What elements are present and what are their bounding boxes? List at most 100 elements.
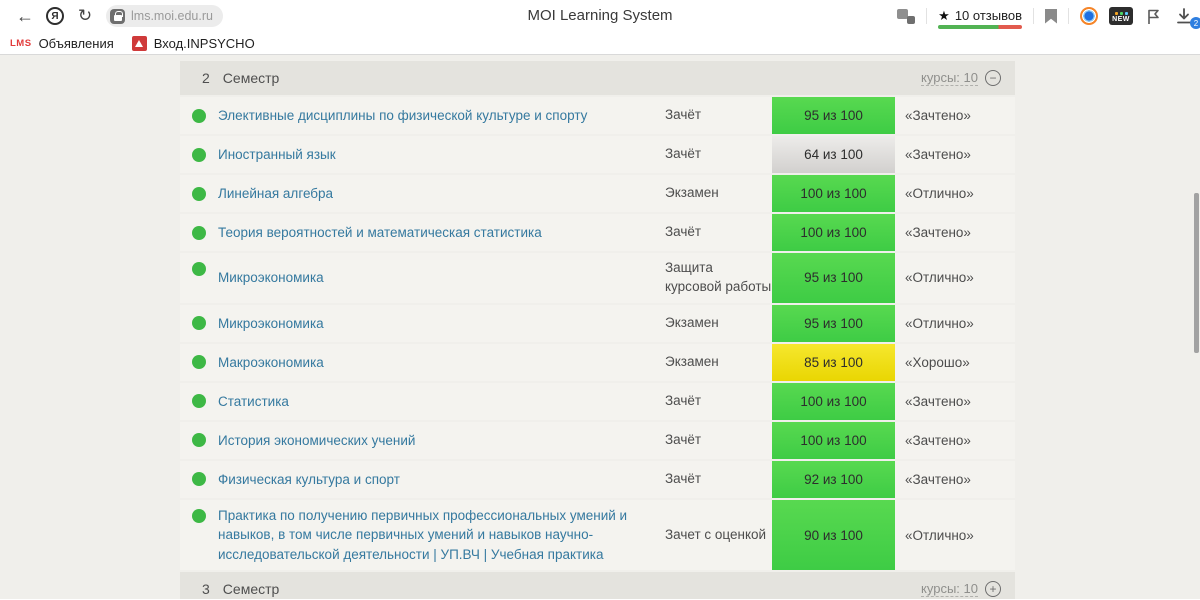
extension-icon[interactable] <box>1080 7 1098 25</box>
collections-icon[interactable] <box>1144 7 1163 26</box>
status-dot-icon <box>192 225 206 240</box>
bookmark-flag-icon[interactable] <box>1045 8 1057 24</box>
back-button[interactable]: ← <box>10 3 40 29</box>
semester-label: Семестр <box>222 581 280 598</box>
course-link[interactable]: Практика по получению первичных професси… <box>218 506 665 565</box>
semester-number: 3 <box>202 581 210 598</box>
course-link[interactable]: Иностранный язык <box>218 145 665 165</box>
inpsycho-favicon <box>131 35 147 51</box>
courses-count-link[interactable]: курсы: 10 <box>921 581 978 598</box>
score-cell: 100 из 100 <box>772 214 895 251</box>
minus-icon: − <box>989 71 997 85</box>
toolbar-right-icons: ★ 10 отзывов NEW 2 <box>897 0 1200 32</box>
collapse-semester-button[interactable]: − <box>985 70 1001 86</box>
new-extension-icon[interactable]: NEW <box>1109 7 1133 25</box>
refresh-icon: ↻ <box>77 6 93 25</box>
status-dot-icon <box>192 508 206 523</box>
course-rows: Элективные дисциплины по физической куль… <box>180 97 1015 571</box>
status-dot-icon <box>192 147 206 162</box>
download-count-badge: 2 <box>1190 17 1200 29</box>
score-cell: 95 из 100 <box>772 253 895 303</box>
grade-text: «Зачтено» <box>905 393 971 409</box>
course-row: Линейная алгебра Экзамен 100 из 100 «Отл… <box>180 175 1015 212</box>
course-link[interactable]: История экономических учений <box>218 431 665 451</box>
yandex-logo-icon: Я <box>46 7 64 25</box>
course-link[interactable]: Микроэкономика <box>218 268 665 288</box>
status-dot-icon <box>192 433 206 448</box>
yandex-home-button[interactable]: Я <box>40 3 70 29</box>
assessment-type: Зачёт <box>665 392 702 408</box>
page-content: 2 Семестр курсы: 10 − Элективные дисципл… <box>0 55 1200 599</box>
score-cell: 100 из 100 <box>772 382 895 420</box>
plus-icon: + <box>989 582 997 597</box>
score-cell: 100 из 100 <box>772 421 895 459</box>
grade-text: «Зачтено» <box>905 225 971 240</box>
course-link[interactable]: Физическая культура и спорт <box>218 470 665 490</box>
gradebook-table: 2 Семестр курсы: 10 − Элективные дисципл… <box>180 61 1015 599</box>
course-row: Элективные дисциплины по физической куль… <box>180 97 1015 134</box>
protect-icon[interactable] <box>897 8 916 24</box>
course-link[interactable]: Элективные дисциплины по физической куль… <box>218 106 665 126</box>
browser-toolbar: ← Я ↻ lms.moi.edu.ru MOI Learning System… <box>0 0 1200 32</box>
course-row: Микроэкономика Защита курсовой работы 95… <box>180 253 1015 303</box>
course-link[interactable]: Линейная алгебра <box>218 184 665 204</box>
expand-semester-button[interactable]: + <box>985 581 1001 598</box>
status-dot-icon <box>192 186 206 201</box>
bookmark-label: Вход.INPSYCHO <box>153 35 255 51</box>
page-title: MOI Learning System <box>527 7 673 24</box>
star-icon: ★ <box>938 7 950 23</box>
lock-icon[interactable] <box>110 8 125 24</box>
semester-3-header: 3 Семестр курсы: 10 + <box>180 572 1015 599</box>
new-icon-dots <box>1114 12 1128 15</box>
course-row: Теория вероятностей и математическая ста… <box>180 214 1015 251</box>
score-cell: 95 из 100 <box>772 97 895 134</box>
course-link[interactable]: Статистика <box>218 392 665 412</box>
back-icon: ← <box>16 5 34 26</box>
refresh-button[interactable]: ↻ <box>70 3 100 29</box>
assessment-type: Защита курсовой работы <box>665 260 772 294</box>
grade-text: «Зачтено» <box>905 147 971 162</box>
course-row: Физическая культура и спорт Зачёт 92 из … <box>180 460 1015 498</box>
status-dot-icon <box>192 355 206 370</box>
course-link[interactable]: Теория вероятностей и математическая ста… <box>218 223 665 243</box>
grade-text: «Зачтено» <box>905 432 971 448</box>
course-row: Микроэкономика Экзамен 95 из 100 «Отличн… <box>180 304 1015 342</box>
bookmark-inpsycho-login[interactable]: Вход.INPSYCHO <box>131 35 255 51</box>
course-row: Практика по получению первичных професси… <box>180 499 1015 571</box>
score-cell: 95 из 100 <box>772 304 895 342</box>
status-dot-icon <box>192 262 206 276</box>
rating-bar <box>938 24 1022 29</box>
course-link[interactable]: Микроэкономика <box>218 314 665 334</box>
download-button[interactable]: 2 <box>1174 6 1200 29</box>
grade-text: «Отлично» <box>905 270 974 286</box>
grade-text: «Отлично» <box>905 186 974 201</box>
course-link[interactable]: Макроэкономика <box>218 353 665 373</box>
status-dot-icon <box>192 472 206 487</box>
url-text: lms.moi.edu.ru <box>131 9 213 23</box>
rating-count: 10 отзывов <box>954 7 1022 23</box>
course-row: История экономических учений Зачёт 100 и… <box>180 421 1015 459</box>
score-cell: 64 из 100 <box>772 136 895 173</box>
new-badge-text: NEW <box>1112 16 1130 23</box>
address-bar[interactable]: lms.moi.edu.ru <box>106 5 223 27</box>
divider <box>926 8 928 24</box>
courses-count-link[interactable]: курсы: 10 <box>921 70 978 86</box>
assessment-type: Зачёт <box>665 146 702 162</box>
course-row: Макроэкономика Экзамен 85 из 100 «Хорошо… <box>180 343 1015 381</box>
assessment-type: Зачёт <box>665 470 702 486</box>
assessment-type: Экзамен <box>665 185 719 201</box>
bookmark-label: Объявления <box>38 35 114 51</box>
status-dot-icon <box>192 394 206 409</box>
scrollbar-thumb[interactable] <box>1194 193 1199 353</box>
bookmark-lms-announcements[interactable]: LMS Объявления <box>10 36 114 51</box>
course-row: Иностранный язык Зачёт 64 из 100 «Зачтен… <box>180 136 1015 173</box>
grade-text: «Отлично» <box>905 527 974 543</box>
divider <box>1033 8 1034 24</box>
site-rating-button[interactable]: ★ 10 отзывов <box>938 7 1022 29</box>
status-dot-icon <box>192 108 206 123</box>
semester-label: Семестр <box>222 70 280 86</box>
score-cell: 100 из 100 <box>772 175 895 212</box>
score-cell: 90 из 100 <box>772 499 895 571</box>
grade-text: «Хорошо» <box>905 354 970 370</box>
assessment-type: Зачёт <box>665 107 702 123</box>
